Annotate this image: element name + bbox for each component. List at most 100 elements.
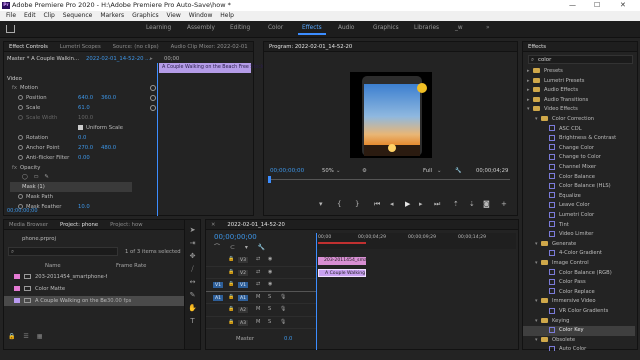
col-frame-rate[interactable]: Frame Rate	[116, 261, 146, 271]
razor-icon[interactable]: ⧸	[188, 265, 197, 274]
program-timecode-in[interactable]: 00;00;00;00	[270, 166, 304, 176]
effect-item[interactable]: Channel Mixer	[523, 163, 635, 173]
workspace-w[interactable]: _w	[455, 25, 463, 31]
program-playhead[interactable]	[268, 176, 271, 183]
mute-icon[interactable]: M	[256, 306, 260, 312]
effect-item[interactable]: Auto Color	[523, 345, 635, 351]
ec-playhead[interactable]	[157, 63, 158, 216]
master-clip-label[interactable]: Master * A Couple Walkin...	[7, 54, 79, 64]
sync-lock-icon[interactable]: ⇄	[256, 256, 260, 262]
eye-icon[interactable]: ◉	[268, 256, 272, 262]
menu-sequence[interactable]: Sequence	[63, 12, 93, 19]
rotation-value[interactable]: 0.0	[78, 133, 86, 143]
workspace-editing[interactable]: Editing	[230, 25, 250, 31]
tab-project-how[interactable]: Project: how	[105, 220, 148, 229]
lock-icon[interactable]: 🔒	[228, 269, 234, 275]
hand-icon[interactable]: ✋	[188, 304, 197, 313]
workspace-learning[interactable]: Learning	[146, 25, 171, 31]
mask-row[interactable]: Mask (1)	[10, 182, 132, 192]
effect-item[interactable]: ▾ Generate	[523, 240, 635, 250]
anchor-y-value[interactable]: 480.0	[101, 143, 116, 153]
uniform-scale-row[interactable]: Uniform Scale	[78, 123, 123, 133]
source-patch-a1[interactable]: A1	[212, 293, 224, 302]
home-icon[interactable]	[6, 25, 15, 33]
label-color-swatch[interactable]	[14, 286, 20, 291]
tab-lumetri-scopes[interactable]: Lumetri Scopes	[55, 42, 106, 51]
lock-icon[interactable]: 🔒	[228, 294, 234, 300]
uniform-scale-checkbox[interactable]	[78, 125, 83, 130]
effect-item[interactable]: Color Key	[523, 326, 635, 336]
effect-item[interactable]: ▸ Lumetri Presets	[523, 77, 635, 87]
effect-item[interactable]: Color Balance (RGB)	[523, 269, 635, 279]
effect-item[interactable]: ▾ Keying	[523, 317, 635, 327]
stopwatch-icon[interactable]	[18, 135, 23, 140]
track-target-v1[interactable]: V1	[237, 281, 249, 289]
linked-selection-icon[interactable]: ⊂	[230, 244, 235, 251]
wrench-icon[interactable]: 🔧	[455, 166, 462, 176]
stopwatch-icon[interactable]	[18, 194, 23, 199]
eye-icon[interactable]: ◉	[268, 281, 272, 287]
menu-clip[interactable]: Clip	[44, 12, 55, 19]
step-back-icon[interactable]: ◂	[390, 200, 394, 209]
add-button-icon[interactable]: +	[501, 200, 507, 209]
go-to-out-icon[interactable]: ⏭	[434, 200, 440, 209]
extract-icon[interactable]: ⇣	[469, 200, 475, 209]
lock-icon[interactable]: 🔒	[228, 319, 234, 325]
mic-icon[interactable]: 🎙	[280, 306, 286, 312]
menu-graphics[interactable]: Graphics	[132, 12, 159, 19]
menu-markers[interactable]: Markers	[100, 12, 124, 19]
program-scrub-bar[interactable]	[270, 179, 510, 180]
mic-icon[interactable]: 🎙	[280, 294, 286, 300]
lock-icon[interactable]: 🔒	[8, 333, 15, 340]
ec-clip-bar[interactable]: A Couple Walking on the Beach Free Stock…	[159, 63, 268, 73]
rectangle-mask-icon[interactable]: ▭	[34, 174, 39, 180]
col-name[interactable]: Name	[45, 261, 61, 271]
zoom-chevron-down-icon[interactable]: ⌄	[336, 166, 340, 176]
effects-search-box[interactable]: ⌕ color	[528, 55, 633, 64]
project-item[interactable]: 203-2011454_smartphone-f	[4, 272, 200, 282]
mark-out-icon[interactable]: }	[355, 200, 359, 209]
stopwatch-icon[interactable]	[18, 105, 23, 110]
tab-project-phone[interactable]: Project: phone	[55, 220, 103, 229]
effect-item[interactable]: Color Balance (HLS)	[523, 182, 635, 192]
timeline-ruler[interactable]: 00;00 00;00;04;29 00;00;09;29 00;00;14;2…	[316, 233, 516, 249]
position-reset-icon[interactable]	[150, 95, 156, 101]
effect-item[interactable]: 4-Color Gradient	[523, 249, 635, 259]
timeline-playhead[interactable]	[316, 233, 317, 350]
tab-audio-clip-mixer[interactable]: Audio Clip Mixer: 2022-02-01	[166, 42, 253, 51]
effect-item[interactable]: Equalize	[523, 192, 635, 202]
project-search-box[interactable]: ⌕	[8, 247, 118, 256]
sync-lock-icon[interactable]: ⇄	[256, 281, 260, 287]
effect-item[interactable]: ▸ Presets	[523, 67, 635, 77]
effect-item[interactable]: ▸ Audio Effects	[523, 86, 635, 96]
wrench-icon[interactable]: 🔧	[258, 244, 265, 251]
play-only-icon[interactable]: ▸	[150, 54, 153, 64]
clip-v2-smartphone[interactable]: 203-2011454_sma	[318, 257, 366, 265]
ellipse-mask-icon[interactable]: ◯	[22, 174, 28, 180]
solo-icon[interactable]: S	[268, 294, 271, 300]
menu-view[interactable]: View	[167, 12, 181, 19]
resolution-chevron-down-icon[interactable]: ⌄	[437, 166, 441, 176]
solo-icon[interactable]: S	[268, 319, 271, 325]
position-y-value[interactable]: 360.0	[101, 93, 116, 103]
program-video-frame[interactable]	[350, 72, 432, 158]
effects-search-input[interactable]: color	[536, 57, 551, 63]
effect-item[interactable]: Lumetri Color	[523, 211, 635, 221]
label-color-swatch[interactable]	[14, 274, 20, 279]
menu-help[interactable]: Help	[220, 12, 234, 19]
icon-view-icon[interactable]: ▦	[37, 333, 43, 340]
position-x-value[interactable]: 640.0	[78, 93, 93, 103]
motion-row[interactable]: fx Motion	[12, 83, 38, 93]
tab-source[interactable]: Source: (no clips)	[108, 42, 164, 51]
ripple-edit-tool-icon[interactable]: ✥	[188, 252, 197, 261]
mic-icon[interactable]: 🎙	[280, 319, 286, 325]
scale-value[interactable]: 61.0	[78, 103, 90, 113]
workspace-graphics[interactable]: Graphics	[373, 25, 399, 31]
effect-item[interactable]: ▾ Immersive Video	[523, 297, 635, 307]
tab-program[interactable]: Program: 2022-02-01_14-52-20	[264, 42, 357, 51]
clip-v1-couple-walking[interactable]: A Couple Walking	[318, 269, 366, 277]
close-icon[interactable]: ✕	[206, 220, 220, 229]
effect-item[interactable]: Color Pass	[523, 278, 635, 288]
track-target-a1[interactable]: A1	[237, 293, 249, 302]
master-track-value[interactable]: 0.0	[284, 334, 292, 344]
